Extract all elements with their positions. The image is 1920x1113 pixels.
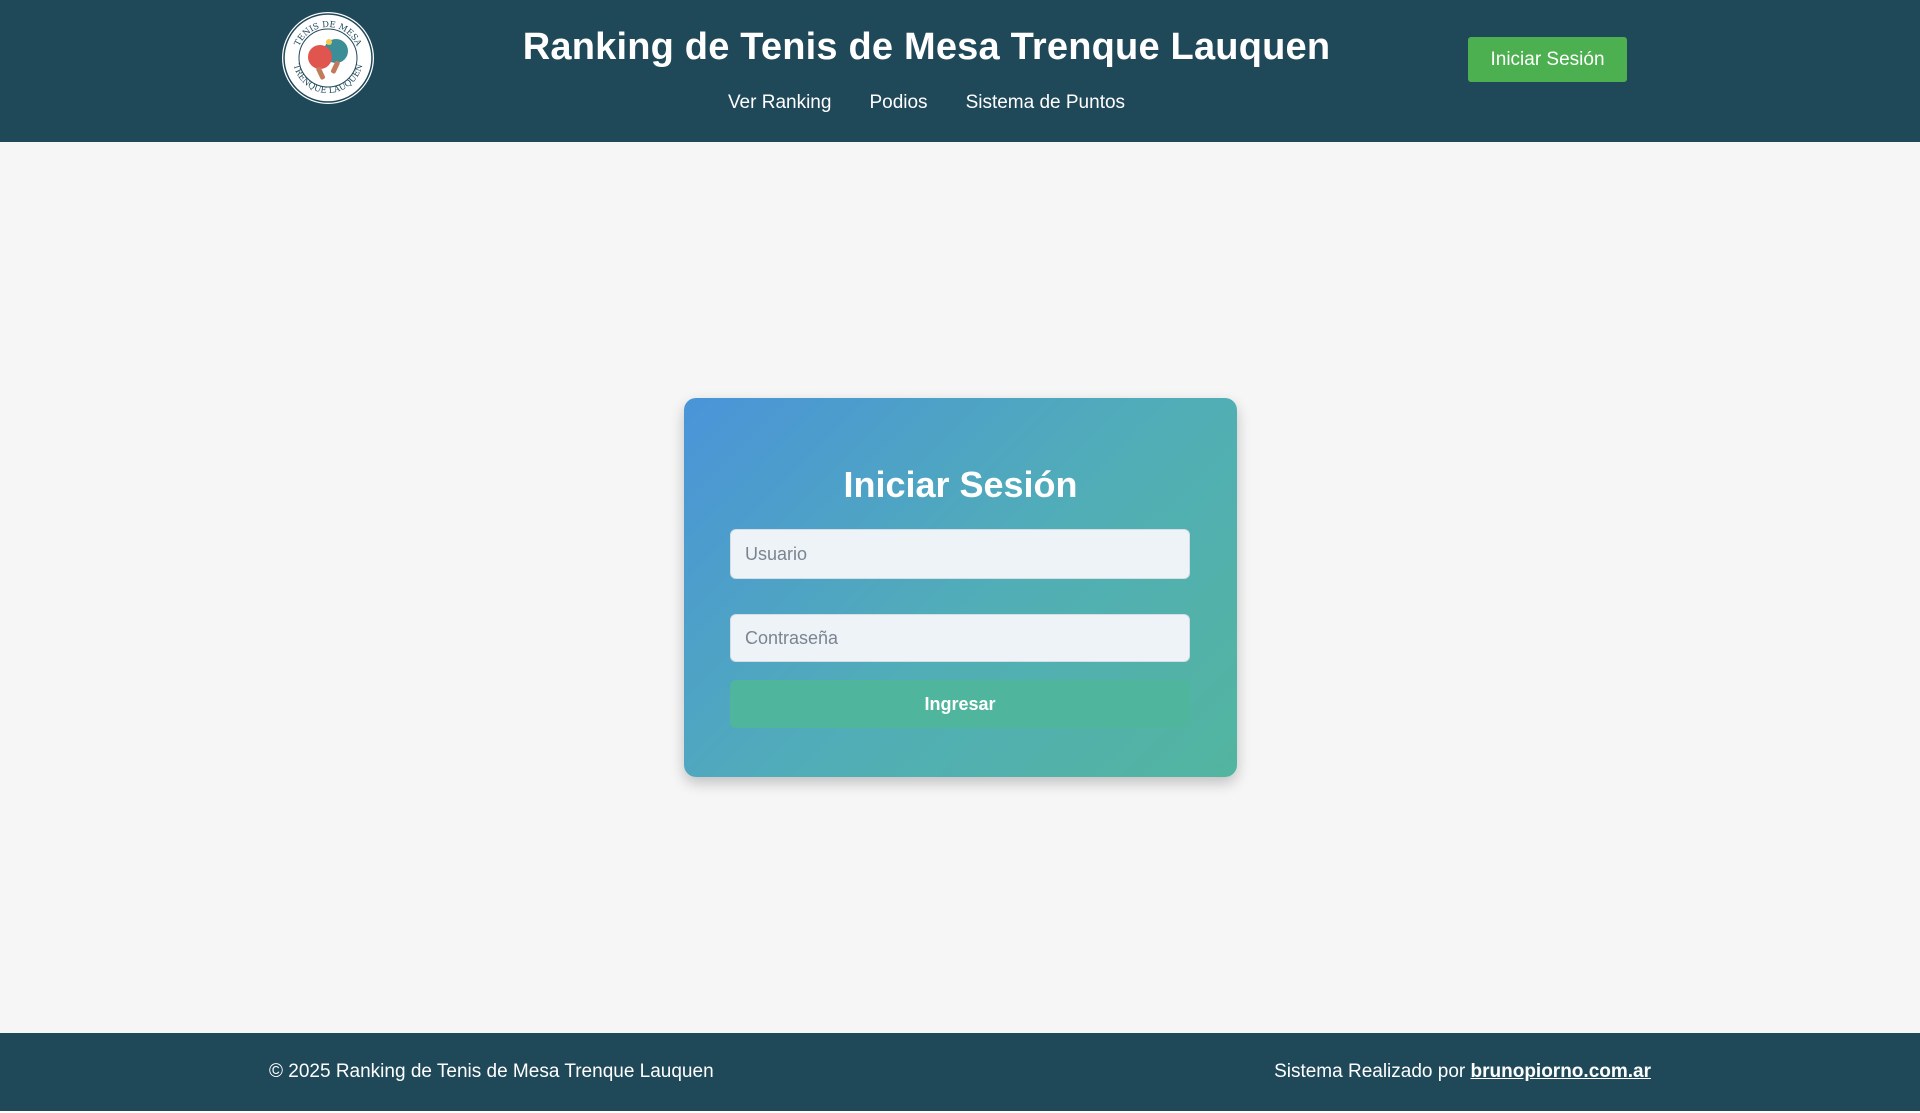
site-header: TENIS DE MESA TRENQUE LAUQUEN Ranking de…	[0, 0, 1920, 142]
main-content: Iniciar Sesión Ingresar	[0, 142, 1920, 1033]
password-input[interactable]	[730, 614, 1190, 662]
page: TENIS DE MESA TRENQUE LAUQUEN Ranking de…	[0, 0, 1920, 1113]
footer-copyright: © 2025 Ranking de Tenis de Mesa Trenque …	[269, 1061, 714, 1082]
site-footer: © 2025 Ranking de Tenis de Mesa Trenque …	[0, 1033, 1920, 1111]
footer-credit-link[interactable]: brunopiorno.com.ar	[1471, 1061, 1652, 1082]
main-nav: Ver Ranking Podios Sistema de Puntos	[0, 92, 1853, 114]
nav-sistema-de-puntos[interactable]: Sistema de Puntos	[966, 92, 1125, 114]
username-input[interactable]	[730, 529, 1190, 579]
ingresar-button[interactable]: Ingresar	[730, 680, 1190, 728]
nav-ver-ranking[interactable]: Ver Ranking	[728, 92, 832, 114]
login-card: Iniciar Sesión Ingresar	[684, 398, 1237, 777]
login-title: Iniciar Sesión	[843, 464, 1078, 505]
nav-podios[interactable]: Podios	[869, 92, 927, 114]
footer-credit: Sistema Realizado por brunopiorno.com.ar	[1274, 1061, 1651, 1083]
header-login-button[interactable]: Iniciar Sesión	[1468, 37, 1627, 82]
footer-credit-prefix: Sistema Realizado por	[1274, 1061, 1471, 1082]
